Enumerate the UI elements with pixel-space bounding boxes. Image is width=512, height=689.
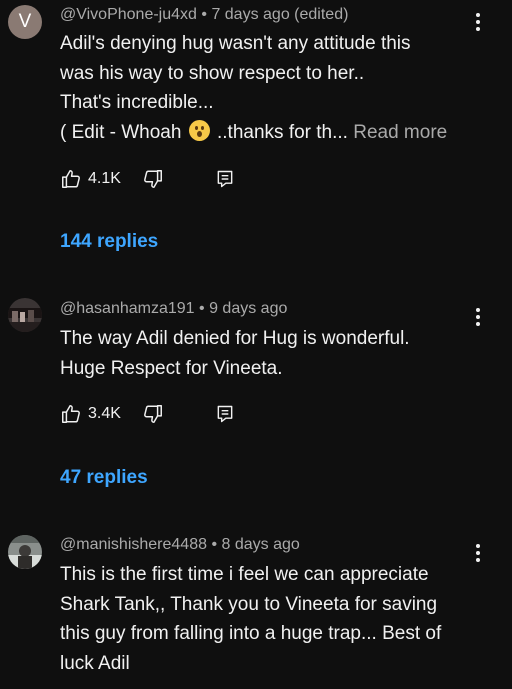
reply-button[interactable] (215, 401, 235, 427)
comment-line: was his way to show respect to her.. (60, 62, 365, 84)
avatar[interactable] (8, 298, 42, 332)
comment-line: this guy from falling into a huge trap..… (60, 623, 442, 644)
author-handle[interactable]: @VivoPhone-ju4xd (60, 6, 197, 23)
comment-text: The way Adil denied for Hug is wonderful… (60, 324, 490, 383)
comment-meta: @manishishere4488 • 8 days ago (60, 536, 300, 554)
astonished-face-icon (188, 119, 210, 141)
comment-line: ( Edit - Whoah ..thanks for th... Read m… (60, 118, 490, 148)
comment-line: The way Adil denied for Hug is wonderful… (60, 328, 410, 349)
meta-separator: • (201, 6, 207, 23)
comment-line: This is the first time i feel we can app… (60, 564, 429, 585)
comment-meta: @VivoPhone-ju4xd • 7 days ago (edited) (60, 6, 348, 24)
meta-separator: • (211, 536, 218, 553)
comment-time[interactable]: 9 days ago (209, 300, 287, 317)
dislike-icon (142, 168, 164, 190)
avatar[interactable]: V (8, 5, 42, 39)
like-count: 4.1K (88, 170, 121, 187)
comment-line: Huge Respect for Vineeta. (60, 357, 283, 379)
reply-icon (215, 404, 235, 424)
comment-text: Adil's denying hug wasn't any attitude t… (60, 29, 490, 147)
comment-line: Shark Tank,, Thank you to Vineeta for sa… (60, 593, 438, 615)
comment-line: That's incredible... (60, 92, 214, 113)
comment-actions: 4.1K (60, 166, 260, 192)
comment-actions: 3.4K (60, 401, 260, 427)
comment-line-start: ( Edit - Whoah (60, 121, 182, 143)
comment-line: luck Adil (60, 652, 130, 674)
like-count: 3.4K (88, 405, 121, 422)
dislike-button[interactable] (142, 401, 164, 427)
comment-time[interactable]: 7 days ago (edited) (211, 6, 348, 23)
dislike-icon (142, 403, 164, 425)
dislike-button[interactable] (142, 166, 164, 192)
author-handle[interactable]: @hasanhamza191 (60, 300, 195, 317)
meta-separator: • (199, 300, 205, 317)
like-icon (60, 168, 82, 190)
avatar[interactable] (8, 535, 42, 569)
replies-toggle[interactable]: 47 replies (60, 467, 148, 489)
read-more-link[interactable]: Read more (353, 122, 447, 143)
like-button[interactable]: 4.1K (60, 166, 121, 192)
like-icon (60, 403, 82, 425)
comment-line: Adil's denying hug wasn't any attitude t… (60, 33, 411, 54)
reply-icon (215, 169, 235, 189)
comment-text: This is the first time i feel we can app… (60, 560, 490, 678)
comment-line-end: ..thanks for th... (217, 121, 348, 143)
comment-meta: @hasanhamza191 • 9 days ago (60, 300, 287, 318)
reply-button[interactable] (215, 166, 235, 192)
author-handle[interactable]: @manishishere4488 (60, 536, 207, 553)
replies-toggle[interactable]: 144 replies (60, 231, 158, 253)
comment-time[interactable]: 8 days ago (222, 536, 300, 553)
like-button[interactable]: 3.4K (60, 401, 121, 427)
